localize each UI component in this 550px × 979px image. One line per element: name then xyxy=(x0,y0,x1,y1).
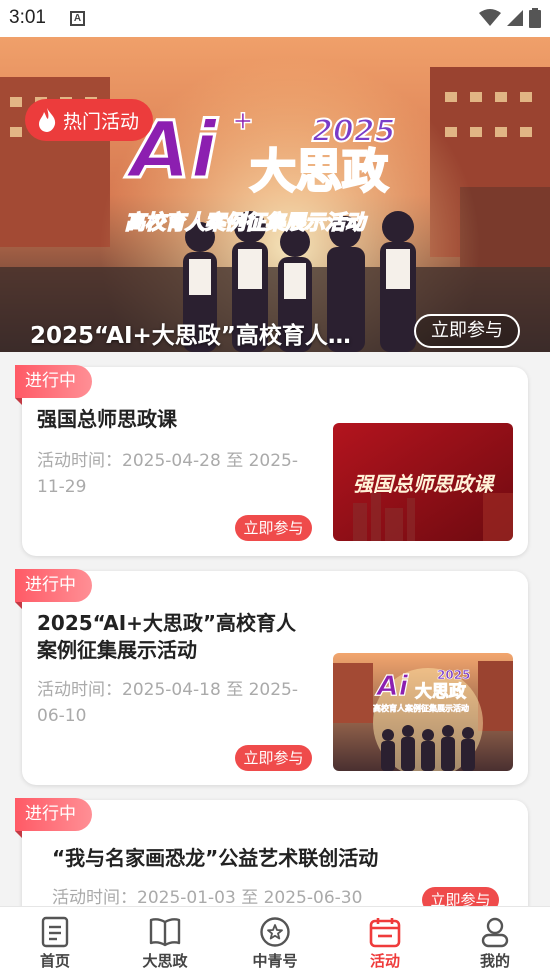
tab-label: 首页 xyxy=(39,952,70,970)
status-tag: 进行中 xyxy=(15,798,92,838)
thumbnail-image: Ai 2025 大思政 高校育人案例征集展示活动 xyxy=(333,653,513,771)
tab-dasizheng[interactable]: 大思政 xyxy=(110,907,220,979)
banner-title[interactable]: 2025“AI+大思政”高校育人案例征集展示活动 xyxy=(30,316,370,350)
calendar-icon xyxy=(369,918,401,948)
battery-icon xyxy=(529,8,541,28)
wifi-icon xyxy=(479,9,501,26)
hot-activity-badge: 热门活动 xyxy=(25,99,154,141)
flame-icon xyxy=(39,108,56,132)
tab-label: 大思政 xyxy=(142,952,188,970)
signal-icon xyxy=(507,10,523,26)
thumbnail-image: 强国总师思政课 xyxy=(333,423,513,541)
status-time: 3:01 xyxy=(9,7,46,28)
thumbnail-text: 强国总师思政课 xyxy=(353,472,496,496)
status-tag: 进行中 xyxy=(15,569,92,609)
activity-thumbnail[interactable]: Ai 2025 大思政 高校育人案例征集展示活动 xyxy=(333,653,513,771)
svg-text:+: + xyxy=(232,106,254,136)
bottom-tab-bar: 首页 大思政 中青号 活动 我的 xyxy=(0,906,550,979)
activity-card[interactable]: 进行中 强国总师思政课 活动时间：2025-04-28 至 2025-11-29… xyxy=(15,365,528,556)
status-bar: 3:01 A xyxy=(0,0,550,37)
banner-carousel[interactable]: Ai + 2025 大思政 高校育人案例征集展示活动 热门活动 2025“AI+… xyxy=(0,37,550,352)
book-icon xyxy=(149,918,181,947)
banner-image: Ai + 2025 大思政 高校育人案例征集展示活动 xyxy=(0,37,550,352)
tab-home[interactable]: 首页 xyxy=(0,907,110,979)
thumbnail-year: 2025 xyxy=(437,668,470,682)
activity-title[interactable]: “我与名家画恐龙”公益艺术联创活动 xyxy=(52,845,452,872)
tab-mine[interactable]: 我的 xyxy=(440,907,550,979)
tab-label: 我的 xyxy=(479,952,510,970)
status-icons xyxy=(479,8,541,28)
status-tag: 进行中 xyxy=(15,365,92,405)
activity-time: 活动时间：2025-04-28 至 2025-11-29 xyxy=(37,451,299,497)
thumbnail-subtitle: 高校育人案例征集展示活动 xyxy=(373,703,469,713)
activity-title[interactable]: 强国总师思政课 xyxy=(37,406,317,433)
banner-poster-subtitle: 高校育人案例征集展示活动 xyxy=(125,210,368,234)
svg-text:Ai: Ai xyxy=(375,669,409,702)
tab-label: 中青号 xyxy=(252,952,298,970)
user-icon xyxy=(481,917,509,948)
join-button[interactable]: 立即参与 xyxy=(235,745,312,771)
thumbnail-headline: 大思政 xyxy=(415,681,467,702)
star-circle-icon xyxy=(260,917,290,947)
accessibility-indicator-icon: A xyxy=(70,11,85,26)
activity-card[interactable]: 进行中 2025“AI+大思政”高校育人案例征集展示活动 活动时间：2025-0… xyxy=(15,569,528,785)
banner-join-button[interactable]: 立即参与 xyxy=(414,314,520,348)
activity-title[interactable]: 2025“AI+大思政”高校育人案例征集展示活动 xyxy=(37,610,312,664)
hot-badge-label: 热门活动 xyxy=(63,110,140,133)
tab-zhongqinghao[interactable]: 中青号 xyxy=(220,907,330,979)
tab-label: 活动 xyxy=(369,952,400,970)
banner-poster-headline: 大思政 xyxy=(250,144,388,198)
activity-thumbnail[interactable]: 强国总师思政课 xyxy=(333,423,513,541)
join-button[interactable]: 立即参与 xyxy=(235,515,312,541)
document-icon xyxy=(41,916,69,948)
activity-time: 活动时间：2025-04-18 至 2025-06-10 xyxy=(37,680,299,726)
tab-activity[interactable]: 活动 xyxy=(330,907,440,979)
